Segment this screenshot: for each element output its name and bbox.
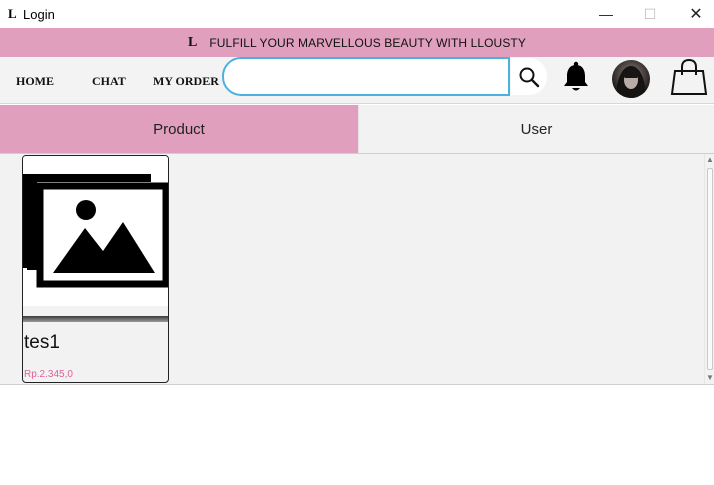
brand-logo: L bbox=[188, 34, 198, 50]
nav-bar: HOME CHAT MY ORDER bbox=[0, 57, 714, 103]
nav-chat-link[interactable]: CHAT bbox=[92, 74, 126, 89]
search-box bbox=[222, 57, 510, 96]
nav-divider bbox=[0, 103, 714, 104]
app-window: L Login — ☐ ✕ L FULFILL YOUR MARVELLOUS … bbox=[0, 0, 714, 485]
notification-button[interactable] bbox=[560, 60, 592, 94]
vertical-scrollbar[interactable]: ▲ ▼ bbox=[704, 154, 714, 384]
product-card[interactable]: tes1 Rp.2.345,0 bbox=[22, 155, 169, 383]
nav-home-link[interactable]: HOME bbox=[16, 74, 54, 89]
maximize-button[interactable]: ☐ bbox=[628, 2, 672, 26]
cart-button[interactable] bbox=[668, 58, 710, 98]
content-bottom-border bbox=[0, 384, 714, 385]
search-input[interactable] bbox=[224, 59, 508, 94]
search-icon bbox=[519, 67, 540, 87]
search-button[interactable] bbox=[511, 58, 547, 95]
product-image bbox=[23, 156, 168, 306]
promo-banner: L FULFILL YOUR MARVELLOUS BEAUTY WITH LL… bbox=[0, 28, 714, 57]
bell-icon bbox=[564, 61, 588, 91]
tab-product[interactable]: Product bbox=[0, 105, 358, 153]
avatar-image bbox=[616, 66, 646, 98]
card-divider bbox=[23, 316, 168, 322]
app-logo-icon: L bbox=[8, 6, 17, 21]
tab-bar: Product User bbox=[0, 105, 714, 153]
banner-text: FULFILL YOUR MARVELLOUS BEAUTY WITH LLOU… bbox=[209, 35, 526, 50]
window-title: Login bbox=[23, 7, 55, 22]
product-name: tes1 bbox=[24, 332, 60, 353]
scroll-thumb[interactable] bbox=[707, 168, 713, 370]
close-button[interactable]: ✕ bbox=[674, 2, 714, 26]
scroll-down-arrow-icon[interactable]: ▼ bbox=[705, 373, 714, 383]
scroll-up-arrow-icon[interactable]: ▲ bbox=[705, 155, 714, 165]
tab-user[interactable]: User bbox=[358, 105, 714, 153]
nav-my-order-link[interactable]: MY ORDER bbox=[153, 74, 219, 89]
image-placeholder-icon bbox=[23, 174, 168, 288]
product-list: tes1 Rp.2.345,0 bbox=[0, 154, 704, 384]
user-avatar[interactable] bbox=[612, 60, 650, 98]
minimize-button[interactable]: — bbox=[584, 2, 628, 26]
title-bar: L Login — ☐ ✕ bbox=[0, 0, 714, 28]
shopping-bag-icon bbox=[670, 59, 708, 95]
product-price: Rp.2.345,0 bbox=[24, 369, 73, 380]
